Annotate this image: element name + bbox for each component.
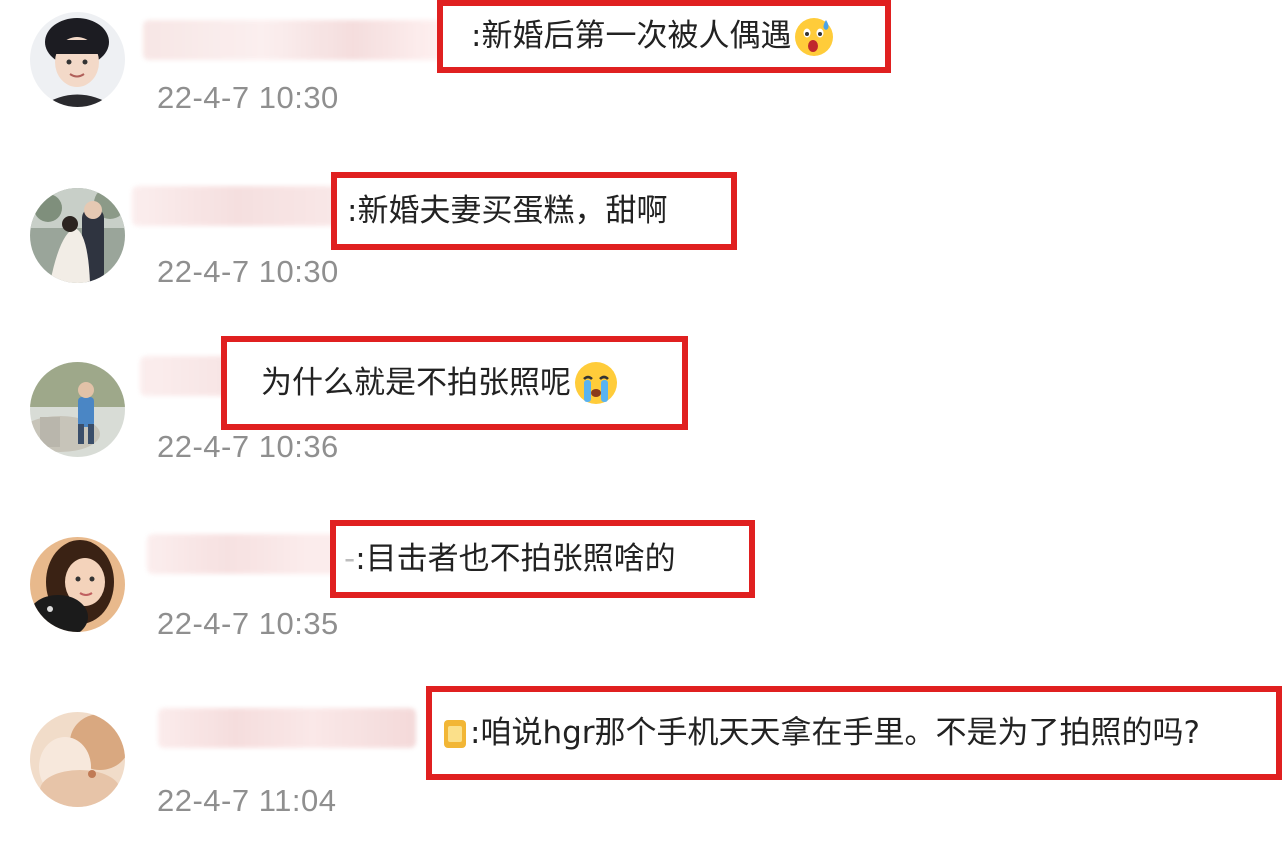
- avatar-image: [30, 362, 125, 457]
- highlight-box: :咱说hgr那个手机天天拿在手里。不是为了拍照的吗?: [426, 686, 1282, 780]
- avatar-image: [30, 712, 125, 807]
- avatar[interactable]: [30, 537, 125, 632]
- comment-timestamp: 22-4-7 10:30: [157, 80, 339, 115]
- comment-item: :新婚后第一次被人偶遇 22-4-7 10:30: [0, 0, 1282, 170]
- comment-item: :咱说hgr那个手机天天拿在手里。不是为了拍照的吗? 22-4-7 11:04: [0, 686, 1282, 856]
- avatar[interactable]: [30, 712, 125, 807]
- avatar[interactable]: [30, 12, 125, 107]
- blurred-username[interactable]: [132, 186, 342, 226]
- comment-text: :目击者也不拍张照啥的: [355, 540, 676, 577]
- badge-icon: [444, 716, 466, 750]
- surprised-sweat-emoji-icon: [793, 16, 835, 58]
- comment-timestamp: 22-4-7 10:36: [157, 429, 339, 464]
- comment-item: - :目击者也不拍张照啥的 22-4-7 10:35: [0, 520, 1282, 690]
- avatar-image: [30, 537, 125, 632]
- avatar-image: [30, 12, 125, 107]
- comment-item: :新婚夫妻买蛋糕，甜啊 22-4-7 10:30: [0, 172, 1282, 342]
- blurred-username[interactable]: [147, 534, 347, 574]
- avatar[interactable]: [30, 362, 125, 457]
- comment-text: 为什么就是不拍张照呢: [261, 364, 571, 401]
- comment-timestamp: 22-4-7 10:30: [157, 254, 339, 289]
- comment-timestamp: 22-4-7 11:04: [157, 783, 337, 818]
- comment-item: 为什么就是不拍张照呢 22-4-7 10:36: [0, 336, 1282, 506]
- avatar[interactable]: [30, 188, 125, 283]
- comment-text: :咱说hgr那个手机天天拿在手里。不是为了拍照的吗?: [470, 714, 1200, 751]
- comment-timestamp: 22-4-7 10:35: [157, 606, 339, 641]
- highlight-box: :新婚后第一次被人偶遇: [437, 0, 891, 73]
- comment-list: :新婚后第一次被人偶遇 22-4-7 10:30:新婚夫妻买蛋糕，甜啊 22-…: [0, 0, 1282, 848]
- comment-text: :新婚后第一次被人偶遇: [471, 18, 792, 54]
- username-fragment: -: [344, 540, 356, 577]
- highlight-box: :新婚夫妻买蛋糕，甜啊: [331, 172, 737, 250]
- blurred-username[interactable]: [140, 356, 230, 396]
- crying-emoji-icon: [573, 360, 619, 406]
- highlight-box: 为什么就是不拍张照呢: [221, 336, 688, 430]
- blurred-username[interactable]: [143, 20, 443, 60]
- avatar-image: [30, 188, 125, 283]
- highlight-box: - :目击者也不拍张照啥的: [330, 520, 755, 598]
- blurred-username[interactable]: [158, 708, 416, 748]
- comment-text: :新婚夫妻买蛋糕，甜啊: [347, 192, 668, 229]
